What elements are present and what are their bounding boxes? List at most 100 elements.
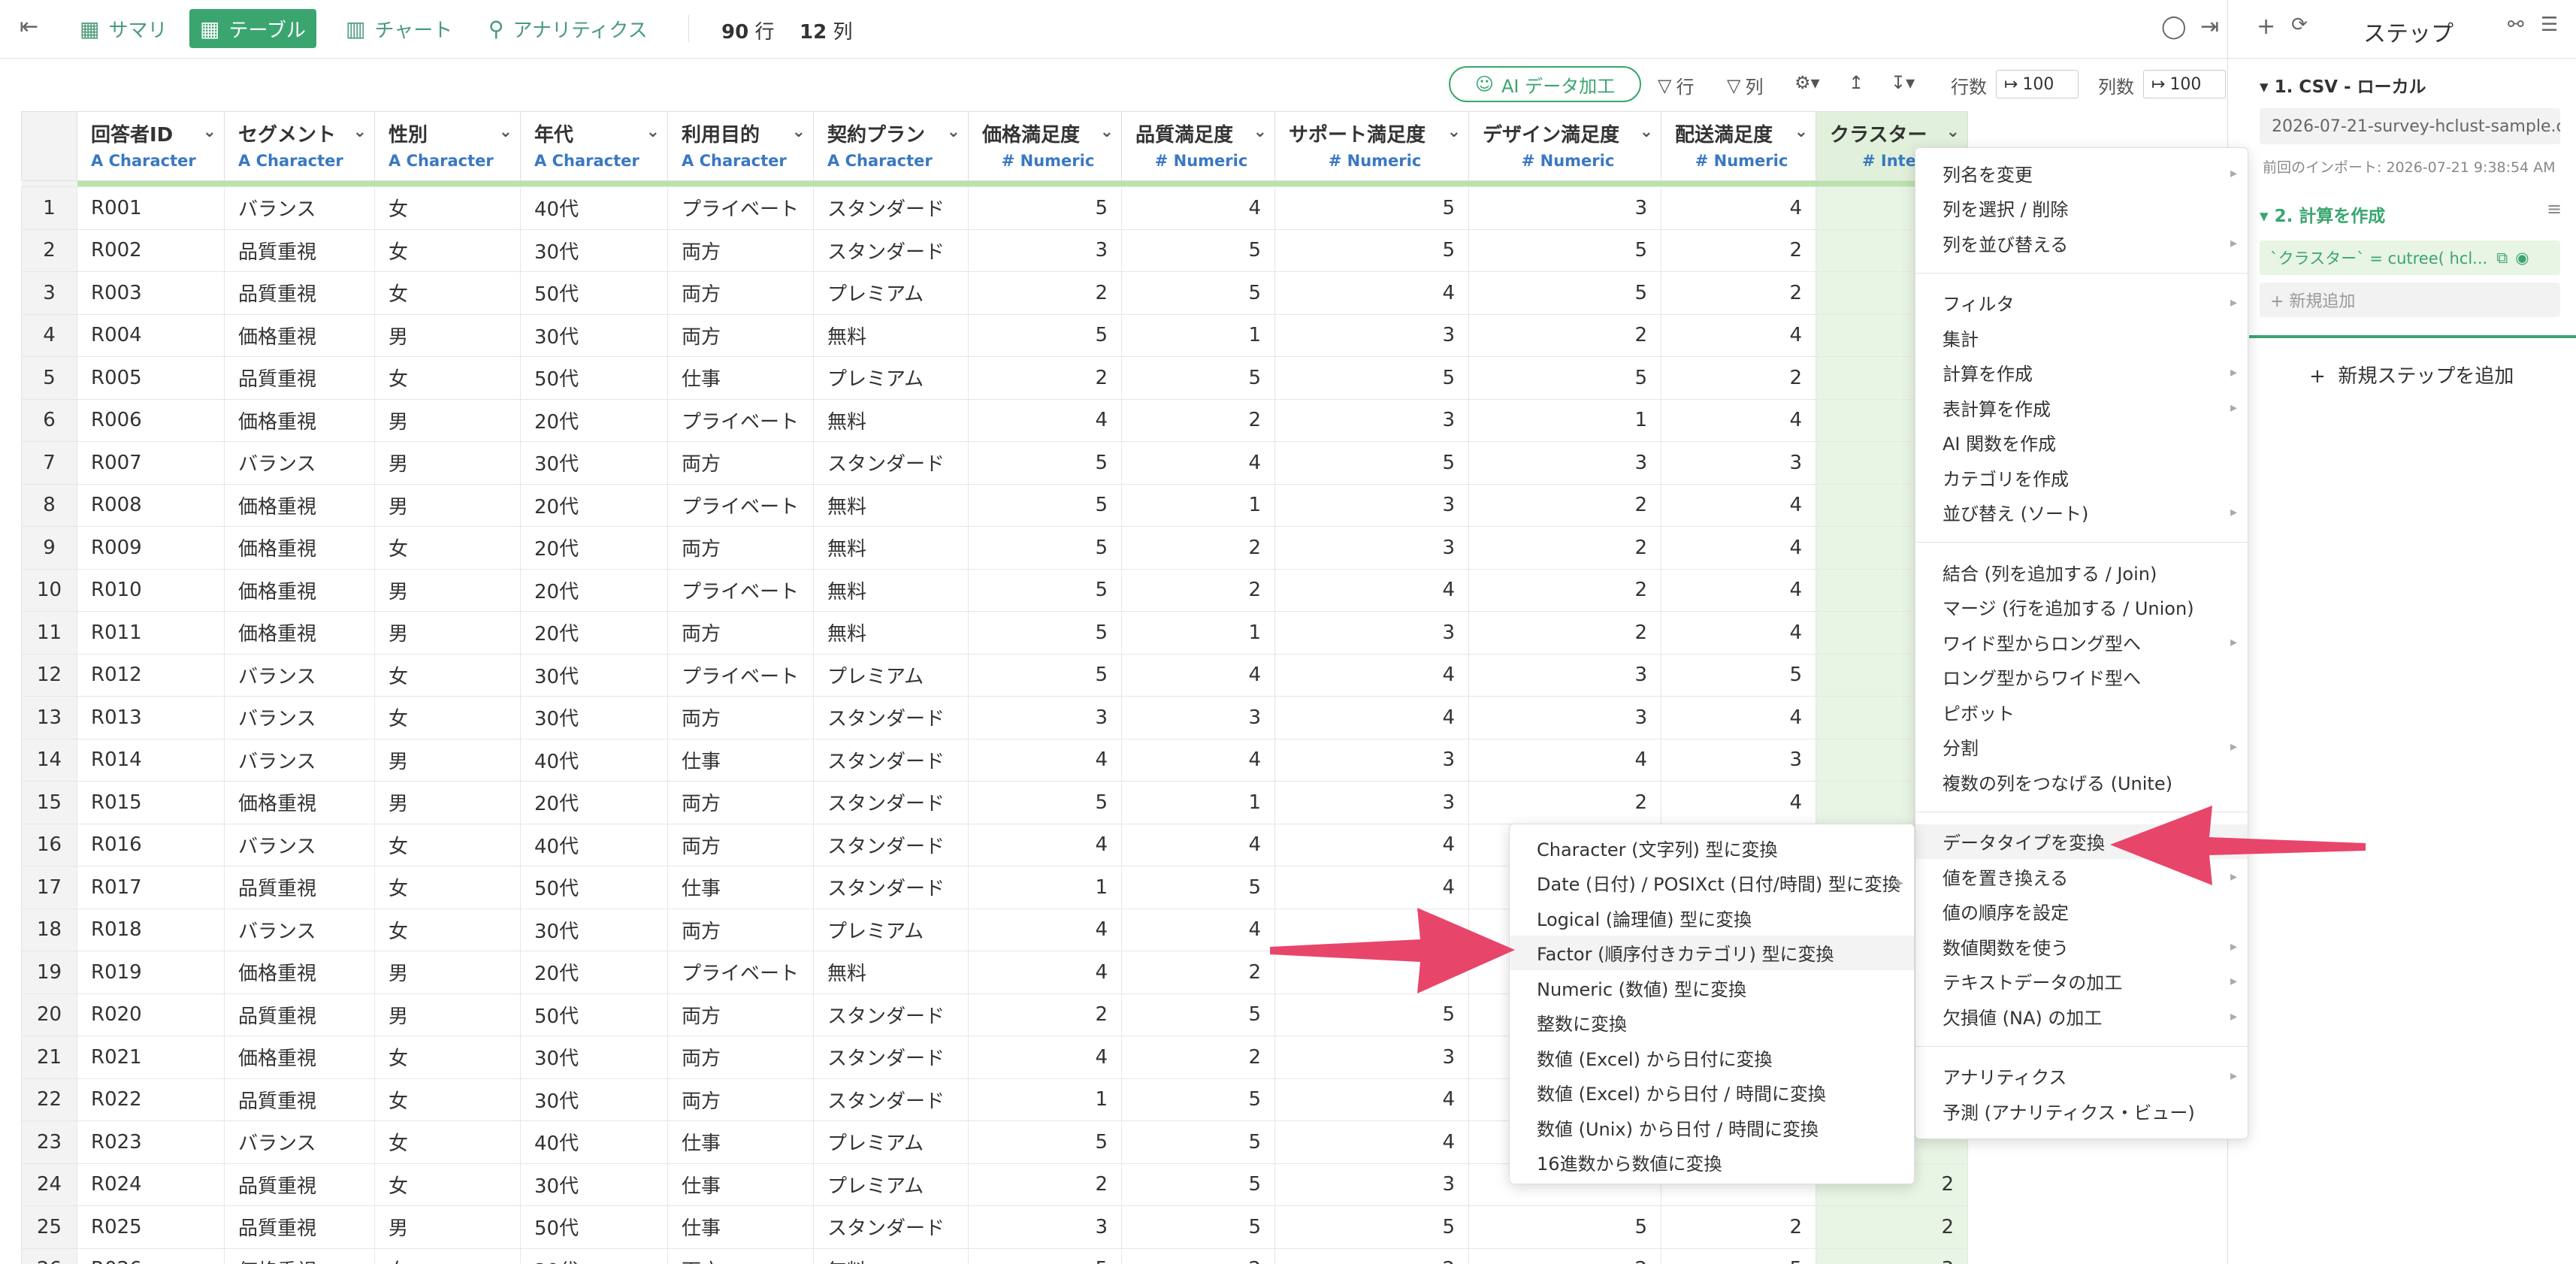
table-cell[interactable]: 3 [1274, 611, 1469, 655]
table-cell[interactable]: 2 [1661, 356, 1816, 400]
table-cell[interactable]: 女 [374, 1036, 521, 1079]
table-cell[interactable]: スタンダード [813, 228, 969, 272]
table-cell[interactable]: 品質重視 [224, 1205, 375, 1249]
table-cell[interactable]: 2 [1121, 398, 1275, 442]
table-cell[interactable]: 20代 [520, 951, 668, 994]
table-cell[interactable]: 3 [1661, 738, 1816, 782]
table-cell[interactable]: 4 [1274, 653, 1469, 697]
table-cell[interactable]: 2 [1661, 271, 1816, 315]
menu-item[interactable]: カテゴリを作成 [1915, 460, 2248, 495]
table-cell[interactable]: 5 [1121, 1078, 1275, 1121]
add-step-button[interactable]: + 新規ステップを追加 [2309, 361, 2514, 389]
table-cell[interactable]: 価格重視 [224, 1247, 375, 1264]
table-cell[interactable]: R005 [77, 356, 225, 400]
table-cell[interactable]: 女 [374, 526, 521, 570]
table-cell[interactable]: 4 [1468, 738, 1661, 782]
table-cell[interactable]: バランス [224, 738, 375, 782]
table-cell[interactable]: 5 [968, 653, 1122, 697]
table-cell[interactable]: 4 [1661, 313, 1816, 357]
table-cell[interactable]: 4 [1661, 526, 1816, 570]
tab-analytics[interactable]: ⚲ アナリティクス [478, 9, 658, 48]
menu-item[interactable]: ワイド型からロング型へ ▸ [1915, 624, 2248, 660]
column-header[interactable]: 配送満足度 ⌄ # Numeric [1661, 111, 1816, 181]
table-cell[interactable]: R021 [77, 1036, 225, 1079]
table-cell[interactable]: 無料 [813, 398, 969, 442]
table-cell[interactable]: 4 [1661, 398, 1816, 442]
table-cell[interactable]: 4 [1661, 611, 1816, 655]
table-cell[interactable]: 4 [968, 823, 1122, 866]
menu-item[interactable]: 値の順序を設定 [1915, 894, 2248, 930]
table-cell[interactable]: 1 [968, 1078, 1122, 1121]
table-cell[interactable]: 30代 [520, 441, 668, 485]
table-cell[interactable]: 3 [1468, 653, 1661, 697]
table-cell[interactable]: 20代 [520, 568, 668, 612]
table-cell[interactable]: 女 [374, 1078, 521, 1121]
table-cell[interactable]: 2 [968, 271, 1122, 315]
table-cell[interactable]: 女 [374, 186, 521, 230]
refresh-icon[interactable]: ⟳ [2291, 14, 2308, 36]
table-cell[interactable]: プライベート [667, 186, 814, 230]
table-cell[interactable]: 男 [374, 781, 521, 824]
table-cell[interactable]: 4 [1274, 823, 1469, 866]
table-cell[interactable]: 女 [374, 1163, 521, 1206]
table-cell[interactable]: R022 [77, 1078, 225, 1121]
table-cell[interactable]: 両方 [667, 1078, 814, 1121]
chevron-down-icon[interactable]: ⌄ [792, 122, 806, 141]
table-cell[interactable]: 両方 [667, 271, 814, 315]
table-cell[interactable]: 価格重視 [224, 398, 375, 442]
table-cell[interactable]: 5 [968, 611, 1122, 655]
table-cell[interactable]: 5 [1121, 271, 1275, 315]
table-cell[interactable]: 2 [968, 993, 1122, 1036]
table-cell[interactable]: 女 [374, 908, 521, 951]
table-cell[interactable]: 3 [1468, 441, 1661, 485]
table-cell[interactable]: バランス [224, 653, 375, 697]
table-cell[interactable]: 5 [1121, 1163, 1275, 1206]
menu-item[interactable]: 並び替え (ソート) ▸ [1915, 495, 2248, 531]
table-cell[interactable]: 5 [1274, 356, 1469, 400]
table-cell[interactable]: プライベート [667, 483, 814, 527]
table-cell[interactable]: 3 [968, 1205, 1122, 1249]
table-cell[interactable]: 4 [1121, 738, 1275, 782]
step-2-calc[interactable]: `クラスター` = cutree( hcl... ⧉ ◉ [2260, 240, 2560, 275]
table-cell[interactable]: 30代 [520, 1036, 668, 1079]
submenu-item[interactable]: 数値 (Unix) から日付 / 時間に変換 [1510, 1110, 1914, 1145]
table-cell[interactable]: 3 [1816, 1247, 1968, 1264]
table-cell[interactable]: 女 [374, 823, 521, 866]
table-cell[interactable]: 30代 [520, 228, 668, 272]
chevron-down-icon[interactable]: ⌄ [1946, 122, 1960, 141]
table-cell[interactable]: プライベート [667, 951, 814, 994]
table-cell[interactable]: スタンダード [813, 186, 969, 230]
table-cell[interactable]: 品質重視 [224, 228, 375, 272]
collapse-left-icon[interactable]: ⇤ [20, 14, 38, 40]
table-cell[interactable]: 5 [968, 781, 1122, 824]
table-cell[interactable]: プレミアム [813, 1163, 969, 1206]
table-cell[interactable]: 無料 [813, 611, 969, 655]
table-cell[interactable]: 女 [374, 271, 521, 315]
table-cell[interactable]: 4 [968, 738, 1122, 782]
table-cell[interactable]: 5 [1274, 186, 1469, 230]
step-1-file[interactable]: 2026-07-21-survey-hclust-sample.c... [2260, 108, 2560, 144]
table-cell[interactable]: 品質重視 [224, 271, 375, 315]
menu-item[interactable]: 予測 (アナリティクス・ビュー) [1915, 1093, 2248, 1129]
table-cell[interactable]: 価格重視 [224, 781, 375, 824]
menu-item[interactable]: ピボット [1915, 694, 2248, 730]
table-cell[interactable]: 仕事 [667, 1163, 814, 1206]
table-cell[interactable]: バランス [224, 908, 375, 951]
table-cell[interactable]: R012 [77, 653, 225, 697]
table-cell[interactable]: 3 [968, 696, 1122, 739]
table-cell[interactable]: バランス [224, 186, 375, 230]
table-cell[interactable]: 価格重視 [224, 611, 375, 655]
table-cell[interactable]: 5 [968, 186, 1122, 230]
table-cell[interactable]: 50代 [520, 993, 668, 1036]
table-cell[interactable]: R008 [77, 483, 225, 527]
table-cell[interactable]: 男 [374, 568, 521, 612]
table-cell[interactable]: 40代 [520, 738, 668, 782]
table-cell[interactable]: 無料 [813, 313, 969, 357]
tree-icon[interactable]: ⚯ [2508, 14, 2524, 36]
table-cell[interactable]: 5 [1468, 228, 1661, 272]
table-cell[interactable]: 5 [1121, 993, 1275, 1036]
table-cell[interactable]: 4 [968, 908, 1122, 951]
table-cell[interactable]: 5 [968, 1120, 1122, 1164]
table-cell[interactable]: 両方 [667, 781, 814, 824]
expand-right-icon[interactable]: ⇥ [2200, 14, 2219, 40]
